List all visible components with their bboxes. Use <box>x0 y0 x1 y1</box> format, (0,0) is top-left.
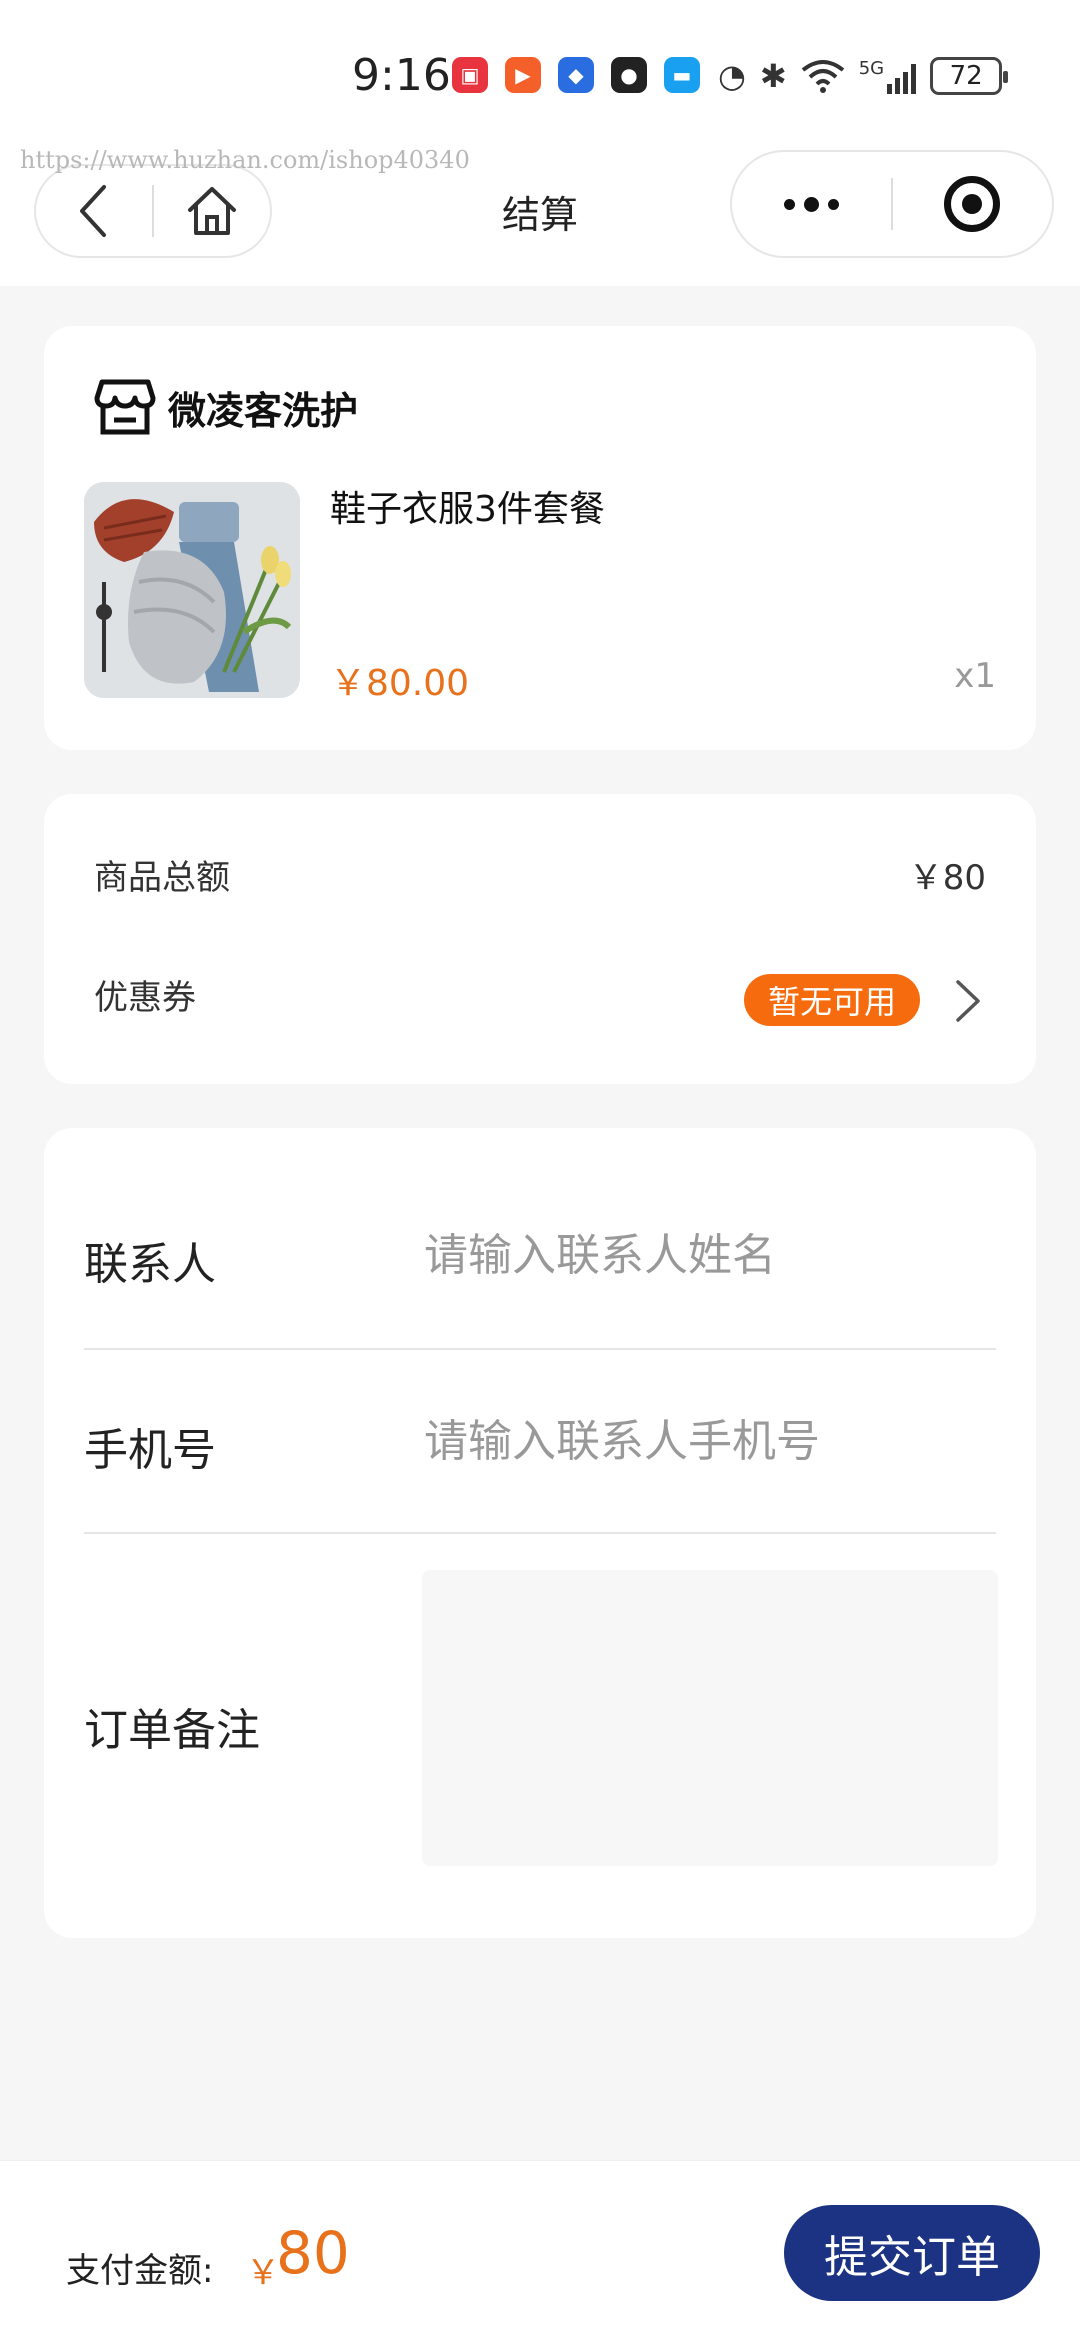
pay-amount-label: 支付金额: <box>66 2251 214 2291</box>
phone-input[interactable] <box>424 1406 994 1476</box>
phone-label: 手机号 <box>84 1425 216 1476</box>
target-circle-icon <box>944 176 1001 232</box>
close-miniprogram-button[interactable] <box>893 150 1052 258</box>
miniprogram-capsule <box>730 150 1054 258</box>
huawei-appgallery-icon: ▣ <box>452 57 488 93</box>
signal-5g-icon: 5G <box>858 58 917 94</box>
network-type: 5G <box>858 58 885 79</box>
chevron-right-icon[interactable] <box>954 978 982 1024</box>
status-time: 9:16 <box>352 50 451 101</box>
message-bubble-icon: ▬ <box>664 57 700 93</box>
coupon-status-badge[interactable]: 暂无可用 <box>743 974 920 1026</box>
status-bar: 9:16 ▣ ▶ ◆ ● ▬ ◔ ✱ 5G 72 <box>0 0 1080 150</box>
product-quantity: x1 <box>954 656 996 696</box>
contact-name-input[interactable] <box>424 1220 994 1290</box>
product-price: ￥80.00 <box>330 663 470 704</box>
battery-level: 72 <box>949 61 983 91</box>
qq-penguin-icon: ● <box>611 57 647 93</box>
order-note-label: 订单备注 <box>84 1705 260 1756</box>
price-summary-card: 商品总额 ￥80 优惠券 暂无可用 <box>44 794 1036 1084</box>
kuaishou-icon: ▶ <box>505 57 541 93</box>
app-blue-icon: ◆ <box>558 57 594 93</box>
status-system-icons: ◔ ✱ 5G 72 <box>718 56 1009 96</box>
contact-label: 联系人 <box>84 1239 216 1290</box>
shop-name: 微凌客洗护 <box>168 388 359 433</box>
more-button[interactable] <box>732 150 891 258</box>
bluetooth-icon: ✱ <box>759 57 787 95</box>
status-app-icons: ▣ ▶ ◆ ● ▬ <box>452 57 700 93</box>
speed-gauge-icon: ◔ <box>718 57 746 95</box>
submit-order-button[interactable]: 提交订单 <box>784 2205 1040 2301</box>
store-icon <box>94 379 156 435</box>
order-item-card: 微凌客洗护 鞋子衣服3件套餐 ￥80.00 x1 <box>44 326 1036 750</box>
battery-icon: 72 <box>930 57 1009 95</box>
goods-total-label: 商品总额 <box>94 858 230 898</box>
pay-amount-value: 80 <box>276 2219 350 2287</box>
wifi-icon <box>801 60 844 93</box>
form-divider <box>84 1348 996 1350</box>
coupon-badge-text: 暂无可用 <box>767 983 896 1021</box>
watermark-text: https://www.huzhan.com/ishop40340 <box>20 146 470 174</box>
contact-form-card: 联系人 手机号 订单备注 <box>44 1128 1036 1938</box>
more-dots-icon <box>784 196 839 212</box>
coupon-label: 优惠券 <box>94 978 196 1018</box>
currency-symbol: ￥ <box>246 2253 280 2293</box>
product-image[interactable] <box>84 482 300 698</box>
form-divider <box>84 1532 996 1534</box>
checkout-bottom-bar: 支付金额: ￥ 80 提交订单 <box>0 2160 1080 2340</box>
goods-total-value: ￥80 <box>908 858 986 898</box>
shop-header: 微凌客洗护 <box>94 378 358 436</box>
product-name: 鞋子衣服3件套餐 <box>330 489 605 530</box>
order-note-textarea[interactable] <box>422 1570 998 1866</box>
